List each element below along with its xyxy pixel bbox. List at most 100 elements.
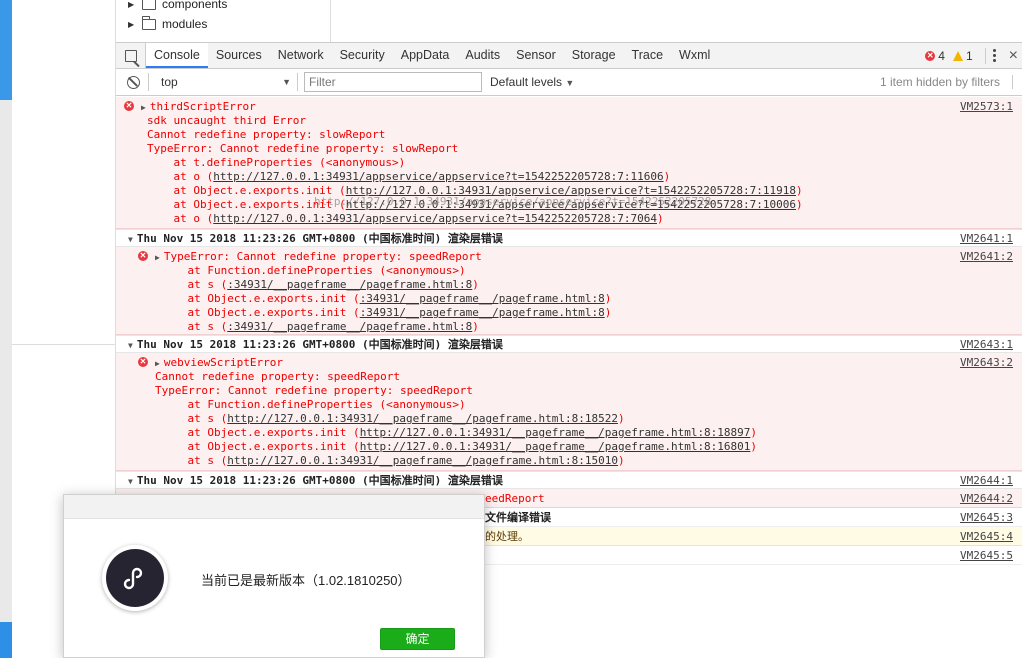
source-link[interactable]: VM2641:2 xyxy=(960,250,1013,263)
sidebar-bottom-button[interactable] xyxy=(0,622,12,658)
stack-frame: at o (http://127.0.0.1:34931/appservice/… xyxy=(147,212,664,225)
tab-network[interactable]: Network xyxy=(270,43,332,68)
hover-tooltip-overlay: http://127.0.0.1:34931/appservice/appser… xyxy=(314,195,712,208)
console-filterbar: top ▼ Default levels ▼ 1 item hidden by … xyxy=(116,69,1022,96)
tree-item-label: modules xyxy=(162,17,208,31)
more-options-icon[interactable] xyxy=(984,47,1003,64)
source-link[interactable]: VM2644:2 xyxy=(960,492,1013,505)
collapse-arrow-icon[interactable]: ▼ xyxy=(128,341,133,350)
console-message-error[interactable]: ✕ VM2643:2 ▶ webviewScriptError Cannot re… xyxy=(116,353,1022,471)
divider xyxy=(330,0,331,42)
cursor-icon xyxy=(124,49,137,62)
close-icon[interactable]: × xyxy=(1009,47,1018,65)
caret-right-icon: ▶ xyxy=(128,19,135,29)
error-count-value: 4 xyxy=(938,48,945,63)
miniprogram-logo-icon xyxy=(123,567,143,590)
stack-link[interactable]: http://127.0.0.1:34931/appservice/appser… xyxy=(213,212,657,225)
expand-arrow-icon[interactable]: ▶ xyxy=(155,253,160,262)
source-link[interactable]: VM2645:4 xyxy=(960,530,1013,543)
error-icon: ✕ xyxy=(124,101,134,111)
error-text: Cannot redefine property: slowReport xyxy=(147,128,386,141)
tab-sensor[interactable]: Sensor xyxy=(508,43,564,68)
error-text: TypeError: Cannot redefine property: spe… xyxy=(163,250,482,263)
source-link[interactable]: VM2573:1 xyxy=(960,100,1013,113)
stack-frame: at s (:34931/__pageframe__/pageframe.htm… xyxy=(161,278,479,291)
source-link[interactable]: VM2644:1 xyxy=(960,474,1013,487)
ok-button[interactable]: 确定 xyxy=(380,628,455,650)
context-select[interactable]: top ▼ xyxy=(157,72,295,92)
error-text: Cannot redefine property: speedReport xyxy=(155,370,401,383)
source-link[interactable]: VM2645:5 xyxy=(960,549,1013,562)
error-text: TypeError: Cannot redefine property: spe… xyxy=(155,384,473,397)
group-title: Thu Nov 15 2018 11:23:26 GMT+0800 (中国标准时… xyxy=(136,232,503,245)
warning-count[interactable]: 1 xyxy=(952,48,973,63)
stack-frame: at Function.defineProperties (<anonymous… xyxy=(161,264,466,277)
tab-sources[interactable]: Sources xyxy=(208,43,270,68)
inspect-element-button[interactable] xyxy=(116,43,146,68)
tab-wxml[interactable]: Wxml xyxy=(671,43,718,68)
stack-frame: at s (http://127.0.0.1:34931/__pageframe… xyxy=(161,412,625,425)
stack-frame: at Function.defineProperties (<anonymous… xyxy=(161,398,466,411)
app-logo xyxy=(102,545,168,611)
tab-storage[interactable]: Storage xyxy=(564,43,624,68)
stack-link[interactable]: :34931/__pageframe__/pageframe.html:8 xyxy=(227,320,472,333)
stack-link[interactable]: http://127.0.0.1:34931/__pageframe__/pag… xyxy=(227,412,618,425)
stack-frame: at s (:34931/__pageframe__/pageframe.htm… xyxy=(161,320,479,333)
dialog-titlebar xyxy=(64,495,484,519)
stack-link[interactable]: http://127.0.0.1:34931/__pageframe__/pag… xyxy=(360,440,751,453)
dialog-message: 当前已是最新版本（1.02.1810250） xyxy=(201,573,411,588)
stack-frame: at Object.e.exports.init (:34931/__pagef… xyxy=(161,306,612,319)
tree-item-modules[interactable]: ▶ modules xyxy=(128,15,207,33)
expand-arrow-icon[interactable]: ▶ xyxy=(141,103,146,112)
warning-count-value: 1 xyxy=(965,48,973,63)
left-sidebar-strip xyxy=(0,0,12,658)
stack-link[interactable]: http://127.0.0.1:34931/appservice/appser… xyxy=(213,170,663,183)
console-group-header[interactable]: ▼ Thu Nov 15 2018 11:23:26 GMT+0800 (中国标准… xyxy=(116,335,1022,353)
error-text: webviewScriptError xyxy=(163,356,284,369)
tab-trace[interactable]: Trace xyxy=(624,43,672,68)
console-message-error[interactable]: ✕ VM2641:2 ▶ TypeError: Cannot redefine p… xyxy=(116,247,1022,335)
tree-item-components[interactable]: ▶ components xyxy=(128,0,227,13)
tab-appdata[interactable]: AppData xyxy=(393,43,458,68)
tab-console[interactable]: Console xyxy=(146,43,208,68)
source-link[interactable]: VM2643:1 xyxy=(960,338,1013,351)
tab-security[interactable]: Security xyxy=(332,43,393,68)
stack-link[interactable]: :34931/__pageframe__/pageframe.html:8 xyxy=(360,292,605,305)
collapse-arrow-icon[interactable]: ▼ xyxy=(128,235,133,244)
source-link[interactable]: VM2641:1 xyxy=(960,232,1013,245)
stack-link[interactable]: http://127.0.0.1:34931/__pageframe__/pag… xyxy=(227,454,618,467)
divider xyxy=(297,73,298,91)
warning-text: 的处理。 xyxy=(485,530,529,543)
hidden-items-note: 1 item hidden by filters xyxy=(879,75,1000,89)
expand-arrow-icon[interactable]: ▶ xyxy=(155,359,160,368)
stack-link[interactable]: :34931/__pageframe__/pageframe.html:8 xyxy=(227,278,472,291)
message-text: 文件编译错误 xyxy=(485,511,551,524)
console-group-header[interactable]: ▼ Thu Nov 15 2018 11:23:26 GMT+0800 (中国标准… xyxy=(116,471,1022,489)
context-value: top xyxy=(161,75,178,89)
error-count[interactable]: ✕ 4 xyxy=(925,49,945,63)
error-text: thirdScriptError xyxy=(149,100,256,113)
warning-icon xyxy=(952,50,963,61)
stack-frame: at Object.e.exports.init (http://127.0.0… xyxy=(161,426,758,439)
error-icon: ✕ xyxy=(138,357,148,367)
tab-audits[interactable]: Audits xyxy=(457,43,508,68)
stack-frame: at Object.e.exports.init (http://127.0.0… xyxy=(161,440,758,453)
error-icon: ✕ xyxy=(925,50,936,61)
stack-link[interactable]: http://127.0.0.1:34931/__pageframe__/pag… xyxy=(360,426,751,439)
update-dialog: 当前已是最新版本（1.02.1810250） 确定 xyxy=(63,494,485,658)
console-group-header[interactable]: ▼ Thu Nov 15 2018 11:23:26 GMT+0800 (中国标准… xyxy=(116,229,1022,247)
divider xyxy=(12,344,116,345)
collapse-arrow-icon[interactable]: ▼ xyxy=(128,477,133,486)
source-link[interactable]: VM2645:3 xyxy=(960,511,1013,524)
console-settings-icon[interactable] xyxy=(1012,75,1020,89)
error-icon: ✕ xyxy=(138,251,148,261)
clear-console-icon[interactable] xyxy=(127,75,140,89)
console-message-error[interactable]: ✕ VM2573:1 ▶ thirdScriptError sdk uncaugh… xyxy=(116,97,1022,229)
source-link[interactable]: VM2643:2 xyxy=(960,356,1013,369)
filter-input[interactable] xyxy=(304,72,482,92)
caret-right-icon: ▶ xyxy=(128,0,135,9)
folder-icon xyxy=(142,0,156,10)
log-levels-select[interactable]: Default levels ▼ xyxy=(490,75,574,89)
tree-item-label: components xyxy=(162,0,228,11)
stack-link[interactable]: :34931/__pageframe__/pageframe.html:8 xyxy=(360,306,605,319)
